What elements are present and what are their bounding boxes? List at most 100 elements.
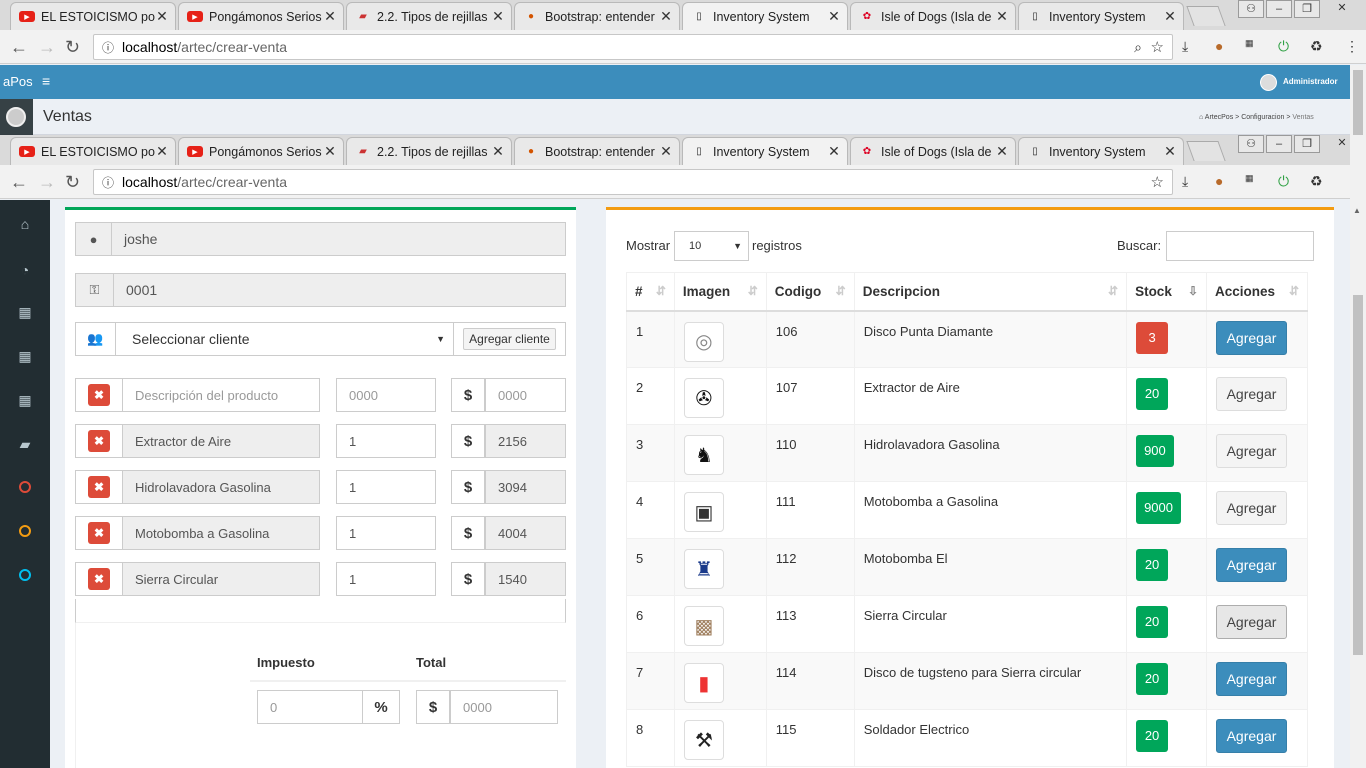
star-icon[interactable]: ☆ — [1151, 173, 1164, 191]
extension-icon[interactable]: ▦ — [1245, 38, 1254, 49]
remove-icon[interactable]: ✖ — [88, 384, 110, 406]
star-icon[interactable]: ☆ — [1151, 38, 1164, 56]
browser-tab-active[interactable]: ▯ Inventory System ✕ — [682, 137, 848, 165]
remove-icon[interactable]: ✖ — [88, 568, 110, 590]
back-icon[interactable]: ← — [10, 37, 28, 58]
column-header[interactable]: Codigo ⇵ — [765, 272, 855, 312]
add-product-button[interactable]: Agregar — [1216, 719, 1287, 753]
product-quantity-input[interactable]: 1 — [336, 470, 436, 504]
back-icon[interactable]: ← — [10, 172, 28, 193]
recycle-icon[interactable]: ♻ — [1310, 173, 1323, 190]
search-input[interactable] — [1166, 231, 1314, 261]
scroll-up-icon[interactable]: ▲ — [1353, 206, 1361, 215]
new-tab-button[interactable] — [1186, 6, 1226, 26]
add-product-button[interactable]: Agregar — [1216, 320, 1287, 355]
add-product-button[interactable]: Agregar — [1216, 491, 1287, 525]
url-field[interactable]: ⓘ localhost/artec/crear-venta ☆ — [93, 169, 1173, 195]
minimize-icon[interactable]: – — [1266, 0, 1292, 18]
scrollbar-thumb[interactable] — [1353, 295, 1363, 655]
page-scrollbar[interactable]: ▲ — [1350, 65, 1366, 768]
product-quantity-input[interactable]: 1 — [336, 516, 436, 550]
column-header[interactable]: Imagen ⇵ — [673, 272, 767, 312]
forward-icon[interactable]: → — [38, 172, 56, 193]
close-icon[interactable]: ✕ — [323, 143, 337, 160]
new-tab-button[interactable] — [1186, 141, 1226, 161]
circle-orange-icon[interactable] — [0, 524, 50, 540]
zoom-icon[interactable]: ⌕ — [1134, 39, 1142, 56]
close-icon[interactable]: ✕ — [491, 143, 505, 160]
extension-icon[interactable]: ▦ — [1245, 173, 1254, 184]
download-icon[interactable]: ⤓ — [1182, 173, 1188, 190]
browser-tab[interactable]: ✿ Isle of Dogs (Isla de ✕ — [850, 137, 1016, 165]
browser-tab[interactable]: ▰ 2.2. Tipos de rejillas ✕ — [346, 2, 512, 30]
add-client-button[interactable]: Agregar cliente — [463, 328, 556, 350]
product-description-input[interactable]: Descripción del producto — [122, 378, 320, 412]
sidebar-toggle-icon[interactable]: ≡ — [42, 73, 50, 89]
home-icon[interactable]: ⌂ — [0, 216, 50, 232]
maximize-icon[interactable]: ❐ — [1294, 135, 1320, 153]
add-product-button[interactable]: Agregar — [1216, 548, 1287, 582]
app-logo[interactable]: aPos — [3, 74, 33, 89]
browser-tab[interactable]: ▶ Pongámonos Serios ✕ — [178, 137, 344, 165]
download-icon[interactable]: ⤓ — [1182, 38, 1188, 55]
close-icon[interactable]: ✕ — [659, 143, 673, 160]
browser-tab[interactable]: ▯ Inventory System ✕ — [1018, 2, 1184, 30]
column-header[interactable]: Acciones ⇵ — [1206, 272, 1308, 312]
client-select[interactable]: Seleccionar cliente ▼ — [116, 323, 454, 355]
user-icon[interactable]: ⚇ — [1238, 135, 1264, 153]
close-icon[interactable]: ✕ — [491, 8, 505, 25]
close-icon[interactable]: ✕ — [1163, 8, 1177, 25]
scrollbar-thumb[interactable] — [1353, 70, 1363, 135]
table-icon[interactable]: ▦ — [0, 348, 50, 365]
table-icon[interactable]: ▦ — [0, 304, 50, 321]
recycle-icon[interactable]: ♻ — [1310, 38, 1323, 55]
power-icon[interactable]: ⏻ — [1278, 38, 1289, 55]
tax-input[interactable]: 0 — [257, 690, 363, 724]
breadcrumb-item[interactable]: ArtecPos — [1205, 114, 1233, 121]
product-quantity-input[interactable]: 1 — [336, 562, 436, 596]
forward-icon[interactable]: → — [38, 37, 56, 58]
column-header[interactable]: # ⇵ — [626, 272, 675, 312]
window-close-icon[interactable]: ✕ — [1322, 0, 1362, 18]
column-header[interactable]: Stock ⇩ — [1126, 272, 1207, 312]
reload-icon[interactable]: ↻ — [65, 37, 80, 58]
browser-tab-active[interactable]: ▯ Inventory System ✕ — [682, 2, 848, 30]
browser-tab[interactable]: ✿ Isle of Dogs (Isla de ✕ — [850, 2, 1016, 30]
product-quantity-input[interactable]: 0000 — [336, 378, 436, 412]
total-input[interactable]: 0000 — [450, 690, 558, 724]
add-product-button[interactable]: Agregar — [1216, 434, 1287, 468]
circle-red-icon[interactable] — [0, 480, 50, 496]
browser-tab[interactable]: ▯ Inventory System ✕ — [1018, 137, 1184, 165]
cookie-icon[interactable]: ● — [1215, 38, 1223, 54]
close-icon[interactable]: ✕ — [323, 8, 337, 25]
user-icon[interactable]: ⚇ — [1238, 0, 1264, 18]
browser-tab[interactable]: ▶ EL ESTOICISMO por ✕ — [10, 2, 176, 30]
breadcrumb-item[interactable]: Configuracion — [1241, 114, 1284, 121]
table-icon[interactable]: ▦ — [0, 392, 50, 409]
close-icon[interactable]: ✕ — [827, 8, 841, 25]
book-icon[interactable]: ▰ — [0, 436, 50, 453]
browser-tab[interactable]: ▶ EL ESTOICISMO por ✕ — [10, 137, 176, 165]
close-icon[interactable]: ✕ — [995, 8, 1009, 25]
reload-icon[interactable]: ↻ — [65, 172, 80, 193]
browser-tab[interactable]: ● Bootstrap: entender ✕ — [514, 2, 680, 30]
product-price-input[interactable]: 0000 — [485, 378, 566, 412]
remove-icon[interactable]: ✖ — [88, 522, 110, 544]
url-field[interactable]: ⓘ localhost/artec/crear-venta ⌕ ☆ — [93, 34, 1173, 60]
close-icon[interactable]: ✕ — [995, 143, 1009, 160]
close-icon[interactable]: ✕ — [659, 8, 673, 25]
close-icon[interactable]: ✕ — [1163, 143, 1177, 160]
user-name[interactable]: Administrador — [1283, 77, 1338, 86]
browser-tab[interactable]: ▰ 2.2. Tipos de rejillas ✕ — [346, 137, 512, 165]
cookie-icon[interactable]: ● — [1215, 173, 1223, 189]
power-icon[interactable]: ⏻ — [1278, 173, 1289, 190]
circle-blue-icon[interactable] — [0, 568, 50, 584]
remove-icon[interactable]: ✖ — [88, 476, 110, 498]
browser-tab[interactable]: ▶ Pongámonos Serios ✕ — [178, 2, 344, 30]
remove-icon[interactable]: ✖ — [88, 430, 110, 452]
browser-tab[interactable]: ● Bootstrap: entender ✕ — [514, 137, 680, 165]
page-size-select[interactable]: 10 ▼ — [674, 231, 749, 261]
close-icon[interactable]: ✕ — [155, 143, 169, 160]
add-product-button[interactable]: Agregar — [1216, 377, 1287, 411]
dashboard-icon[interactable]: ◔ — [0, 262, 50, 278]
